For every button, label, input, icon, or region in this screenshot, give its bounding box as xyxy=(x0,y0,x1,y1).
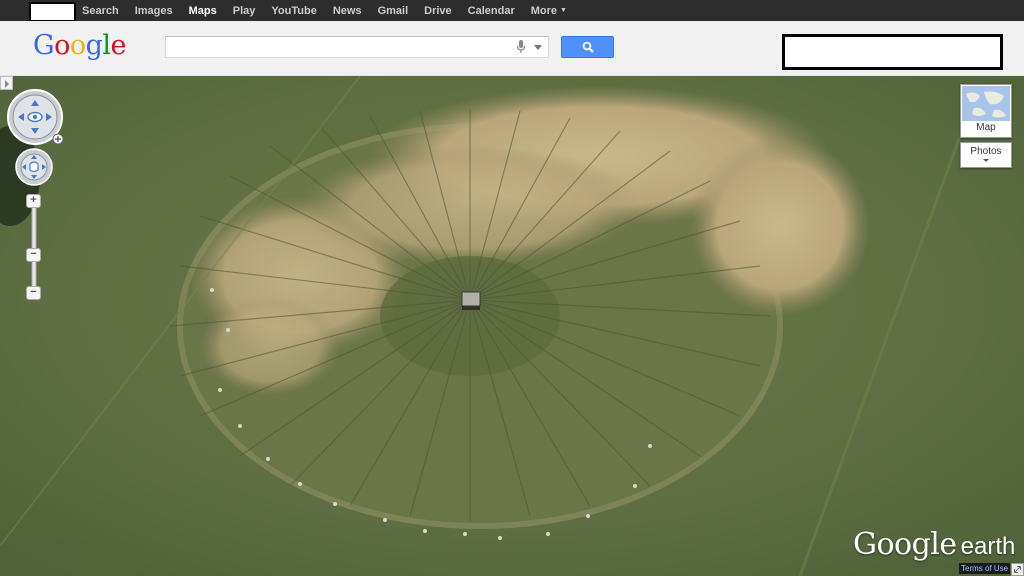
search-input[interactable] xyxy=(166,37,506,57)
nav-more-menu[interactable]: More ▼ xyxy=(531,5,567,17)
chevron-down-icon: ▼ xyxy=(560,6,567,14)
search-header: Google xyxy=(0,21,1024,76)
earth-brand-text: Google xyxy=(853,527,957,562)
nav-gmail-link[interactable]: Gmail xyxy=(378,5,409,17)
nav-search-link[interactable]: Search xyxy=(82,5,119,17)
expand-icon[interactable] xyxy=(1011,563,1024,576)
nav-news-link[interactable]: News xyxy=(333,5,362,17)
map-type-toggle[interactable]: Map xyxy=(960,84,1012,138)
zoom-in-button[interactable]: + xyxy=(26,194,41,208)
top-nav-bar: Search Images Maps Play YouTube News Gma… xyxy=(0,0,1024,22)
search-button[interactable] xyxy=(561,36,614,58)
terms-of-use-link[interactable]: Terms of Use xyxy=(959,563,1011,574)
redacted-account-box xyxy=(782,34,1003,70)
map-type-label: Map xyxy=(976,122,996,133)
photos-label: Photos xyxy=(970,146,1002,157)
logo-letter: o xyxy=(54,30,70,61)
microphone-icon[interactable] xyxy=(516,40,526,54)
satellite-imagery xyxy=(0,76,1024,576)
zoom-slider-handle[interactable]: − xyxy=(26,248,41,262)
logo-letter: o xyxy=(69,30,86,61)
chevron-down-icon xyxy=(983,159,989,162)
nav-drive-link[interactable]: Drive xyxy=(424,5,452,17)
map-thumbnail-icon xyxy=(962,86,1010,121)
nav-calendar-link[interactable]: Calendar xyxy=(468,5,515,17)
nav-play-link[interactable]: Play xyxy=(233,5,256,17)
nav-youtube-link[interactable]: YouTube xyxy=(271,5,316,17)
nav-images-link[interactable]: Images xyxy=(135,5,173,17)
logo-letter: g xyxy=(85,30,103,61)
nav-more-label: More xyxy=(530,4,558,17)
google-logo[interactable]: Google xyxy=(33,30,127,61)
satellite-map-view[interactable]: + − − Map Photos Google earth Terms of Us… xyxy=(0,76,1024,576)
top-nav-links: Search Images Maps Play YouTube News Gma… xyxy=(82,0,583,21)
zoom-out-button[interactable]: − xyxy=(26,286,41,300)
logo-letter: G xyxy=(33,30,55,61)
search-icon xyxy=(582,41,594,53)
pan-control[interactable] xyxy=(15,148,53,186)
nav-maps-link[interactable]: Maps xyxy=(189,5,217,17)
google-earth-logo: Google earth xyxy=(853,527,1015,562)
redacted-profile-box xyxy=(29,2,76,22)
search-box xyxy=(165,36,549,58)
search-options-dropdown-icon[interactable] xyxy=(534,45,542,50)
look-around-control[interactable] xyxy=(6,88,64,146)
logo-letter: e xyxy=(110,30,127,61)
photos-button[interactable]: Photos xyxy=(960,142,1012,168)
logo-letter: l xyxy=(102,30,111,61)
earth-suffix-text: earth xyxy=(960,533,1016,560)
